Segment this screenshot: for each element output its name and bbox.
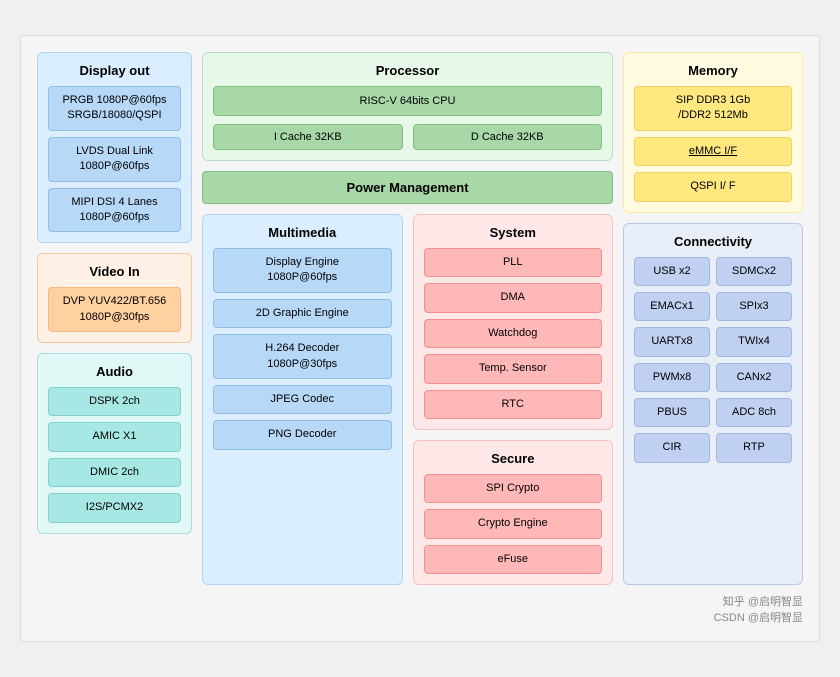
audio-item-2: DMIC 2ch: [48, 458, 181, 487]
right-column: Memory SIP DDR3 1Gb/DDR2 512Mb eMMC I/F …: [623, 52, 803, 585]
audio-section: Audio DSPK 2ch AMIC X1 DMIC 2ch I2S/PCMX…: [37, 353, 192, 534]
secure-section: Secure SPI Crypto Crypto Engine eFuse: [413, 440, 614, 585]
memory-item-1: eMMC I/F: [634, 137, 792, 166]
conn-item-6: PWMx8: [634, 363, 710, 392]
connectivity-grid: USB x2 SDMCx2 EMACx1 SPIx3 UARTx8 TWIx4 …: [634, 257, 792, 463]
middle-column: Processor RISC-V 64bits CPU I Cache 32KB…: [202, 52, 613, 585]
icache-box: I Cache 32KB: [213, 124, 403, 150]
conn-item-8: PBUS: [634, 398, 710, 427]
system-section: System PLL DMA Watchdog Temp. Sensor RTC: [413, 214, 614, 430]
multimedia-item-1: 2D Graphic Engine: [213, 299, 392, 328]
left-column: Display out PRGB 1080P@60fpsSRGB/18080/Q…: [37, 52, 192, 585]
conn-item-10: CIR: [634, 433, 710, 462]
memory-item-0: SIP DDR3 1Gb/DDR2 512Mb: [634, 86, 792, 131]
conn-item-2: EMACx1: [634, 292, 710, 321]
secure-item-1: Crypto Engine: [424, 509, 603, 538]
conn-item-9: ADC 8ch: [716, 398, 792, 427]
connectivity-title: Connectivity: [634, 234, 792, 249]
secure-item-0: SPI Crypto: [424, 474, 603, 503]
memory-item-2: QSPI I/ F: [634, 172, 792, 201]
system-title: System: [424, 225, 603, 240]
display-out-title: Display out: [48, 63, 181, 78]
power-mgmt: Power Management: [202, 171, 613, 204]
system-item-0: PLL: [424, 248, 603, 277]
audio-title: Audio: [48, 364, 181, 379]
video-in-title: Video In: [48, 264, 181, 279]
secure-item-2: eFuse: [424, 545, 603, 574]
conn-item-5: TWIx4: [716, 327, 792, 356]
conn-item-0: USB x2: [634, 257, 710, 286]
system-item-1: DMA: [424, 283, 603, 312]
connectivity-section: Connectivity USB x2 SDMCx2 EMACx1 SPIx3 …: [623, 223, 803, 586]
watermark: 知乎 @启明智显CSDN @启明智显: [37, 593, 803, 625]
multimedia-item-4: PNG Decoder: [213, 420, 392, 449]
cache-row: I Cache 32KB D Cache 32KB: [213, 124, 602, 150]
display-out-item-2: MIPI DSI 4 Lanes1080P@60fps: [48, 188, 181, 233]
diagram: Display out PRGB 1080P@60fpsSRGB/18080/Q…: [20, 35, 820, 642]
audio-item-0: DSPK 2ch: [48, 387, 181, 416]
system-item-2: Watchdog: [424, 319, 603, 348]
display-out-section: Display out PRGB 1080P@60fpsSRGB/18080/Q…: [37, 52, 192, 243]
system-item-4: RTC: [424, 390, 603, 419]
multimedia-section: Multimedia Display Engine1080P@60fps 2D …: [202, 214, 403, 585]
multimedia-item-3: JPEG Codec: [213, 385, 392, 414]
processor-section: Processor RISC-V 64bits CPU I Cache 32KB…: [202, 52, 613, 161]
conn-item-1: SDMCx2: [716, 257, 792, 286]
conn-item-11: RTP: [716, 433, 792, 462]
dcache-box: D Cache 32KB: [413, 124, 603, 150]
audio-item-3: I2S/PCMX2: [48, 493, 181, 522]
multimedia-item-0: Display Engine1080P@60fps: [213, 248, 392, 293]
mid-bottom: Multimedia Display Engine1080P@60fps 2D …: [202, 214, 613, 585]
display-out-item-1: LVDS Dual Link1080P@60fps: [48, 137, 181, 182]
system-item-3: Temp. Sensor: [424, 354, 603, 383]
multimedia-item-2: H.264 Decoder1080P@30fps: [213, 334, 392, 379]
display-out-item-0: PRGB 1080P@60fpsSRGB/18080/QSPI: [48, 86, 181, 131]
memory-section: Memory SIP DDR3 1Gb/DDR2 512Mb eMMC I/F …: [623, 52, 803, 213]
multimedia-title: Multimedia: [213, 225, 392, 240]
processor-title: Processor: [213, 63, 602, 78]
cpu-box: RISC-V 64bits CPU: [213, 86, 602, 116]
conn-item-7: CANx2: [716, 363, 792, 392]
secure-title: Secure: [424, 451, 603, 466]
conn-item-3: SPIx3: [716, 292, 792, 321]
memory-title: Memory: [634, 63, 792, 78]
audio-item-1: AMIC X1: [48, 422, 181, 451]
conn-item-4: UARTx8: [634, 327, 710, 356]
main-grid: Display out PRGB 1080P@60fpsSRGB/18080/Q…: [37, 52, 803, 585]
video-in-item-0: DVP YUV422/BT.6561080P@30fps: [48, 287, 181, 332]
system-secure-column: System PLL DMA Watchdog Temp. Sensor RTC…: [413, 214, 614, 585]
video-in-section: Video In DVP YUV422/BT.6561080P@30fps: [37, 253, 192, 343]
